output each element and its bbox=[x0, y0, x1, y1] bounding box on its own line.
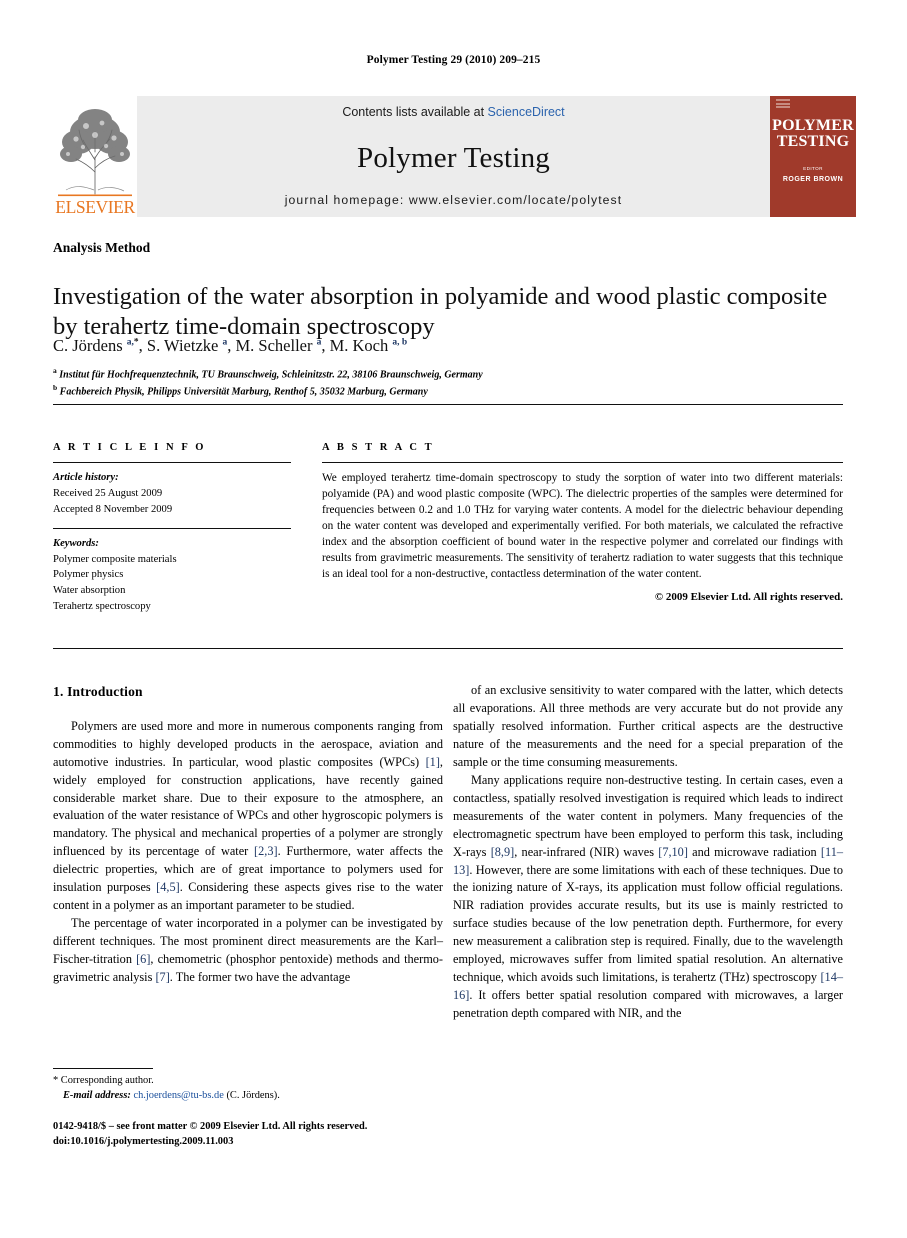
email-owner: (C. Jördens). bbox=[226, 1089, 280, 1101]
body-paragraph: of an exclusive sensitivity to water com… bbox=[453, 683, 843, 769]
article-history-block: Article history: Received 25 August 2009… bbox=[53, 462, 291, 518]
keywords-divider bbox=[53, 527, 291, 529]
paper-page: Polymer Testing 29 (2010) 209–215 ELSEVI… bbox=[0, 0, 907, 1238]
cover-editor-name: ROGER BROWN bbox=[782, 176, 844, 183]
author-list: C. Jördens a,*, S. Wietzke a, M. Schelle… bbox=[53, 336, 408, 355]
cover-masthead-mark bbox=[776, 99, 790, 115]
contents-prefix: Contents lists available at bbox=[342, 105, 488, 119]
body-paragraph: Polymers are used more and more in numer… bbox=[53, 718, 443, 913]
abstract-copyright: © 2009 Elsevier Ltd. All rights reserved… bbox=[654, 591, 843, 604]
keywords-label: Keywords: bbox=[53, 537, 99, 549]
abstract-heading: A B S T R A C T bbox=[322, 442, 435, 453]
cover-title-line2: TESTING bbox=[776, 133, 850, 151]
article-info-heading: A R T I C L E I N F O bbox=[53, 442, 207, 453]
journal-banner: Contents lists available at ScienceDirec… bbox=[137, 96, 770, 217]
abstract-text: We employed terahertz time-domain spectr… bbox=[322, 472, 843, 581]
journal-homepage[interactable]: journal homepage: www.elsevier.com/locat… bbox=[285, 193, 623, 207]
contents-list-line: Contents lists available at ScienceDirec… bbox=[342, 105, 564, 119]
doi-line[interactable]: doi:10.1016/j.polymertesting.2009.11.003 bbox=[53, 1135, 473, 1150]
keyword-item: Terahertz spectroscopy bbox=[53, 601, 151, 613]
corresponding-author-note: * Corresponding author. bbox=[53, 1075, 154, 1086]
journal-cover-thumbnail: POLYMER TESTING EDITOR ROGER BROWN bbox=[770, 96, 856, 217]
history-item: Received 25 August 2009 bbox=[53, 487, 163, 499]
keyword-item: Polymer composite materials bbox=[53, 553, 177, 565]
article-history-label: Article history: bbox=[53, 472, 119, 483]
article-type-kicker: Analysis Method bbox=[53, 240, 151, 255]
header-divider bbox=[53, 404, 843, 405]
sciencedirect-link[interactable]: ScienceDirect bbox=[488, 105, 565, 119]
running-head: Polymer Testing 29 (2010) 209–215 bbox=[366, 54, 541, 66]
corresponding-author-footnote: * Corresponding author. E-mail address: … bbox=[53, 1068, 443, 1104]
article-info-column: Article history: Received 25 August 2009… bbox=[53, 462, 291, 625]
body-paragraph: The percentage of water incorporated in … bbox=[53, 916, 443, 985]
keyword-item: Water absorption bbox=[53, 585, 126, 597]
email-link[interactable]: ch.joerdens@tu-bs.de bbox=[133, 1090, 223, 1101]
page-title: Investigation of the water absorption in… bbox=[53, 283, 828, 341]
article-history-divider bbox=[53, 462, 291, 463]
keyword-item: Polymer physics bbox=[53, 569, 124, 581]
cover-title: POLYMER TESTING bbox=[770, 117, 856, 151]
elsevier-tree-icon bbox=[58, 108, 132, 196]
body-column-left: 1. Introduction Polymers are used more a… bbox=[53, 682, 443, 987]
body-column-right: of an exclusive sensitivity to water com… bbox=[453, 682, 843, 1023]
elsevier-logo: ELSEVIER bbox=[53, 96, 137, 217]
footnote-divider bbox=[53, 1068, 153, 1069]
cover-editor-label: EDITOR bbox=[803, 166, 823, 171]
affiliation-item: b Fachbereich Physik, Philipps Universit… bbox=[53, 382, 428, 398]
elsevier-wordmark: ELSEVIER bbox=[55, 196, 135, 217]
cover-title-line1: POLYMER bbox=[772, 117, 854, 134]
affiliation-item: a Institut für Hochfrequenztechnik, TU B… bbox=[53, 366, 483, 381]
email-note: E-mail address: ch.joerdens@tu-bs.de (C.… bbox=[53, 1089, 443, 1104]
front-matter-line: 0142-9418/$ – see front matter © 2009 El… bbox=[53, 1121, 368, 1132]
body-paragraph: Many applications require non-destructiv… bbox=[453, 772, 843, 1021]
page-footer: 0142-9418/$ – see front matter © 2009 El… bbox=[53, 1120, 473, 1150]
abstract-bottom-divider bbox=[53, 648, 843, 649]
abstract-column: We employed terahertz time-domain spectr… bbox=[322, 462, 843, 606]
history-item: Accepted 8 November 2009 bbox=[53, 503, 173, 515]
journal-title: Polymer Testing bbox=[357, 141, 550, 174]
email-label: E-mail address: bbox=[63, 1089, 131, 1101]
affiliation-list: a Institut für Hochfrequenztechnik, TU B… bbox=[53, 366, 843, 400]
keywords-block: Keywords: Polymer composite materials Po… bbox=[53, 527, 291, 615]
journal-masthead: ELSEVIER Contents lists available at Sci… bbox=[53, 96, 856, 217]
section-heading-introduction: 1. Introduction bbox=[53, 684, 143, 699]
abstract-divider bbox=[322, 462, 843, 463]
